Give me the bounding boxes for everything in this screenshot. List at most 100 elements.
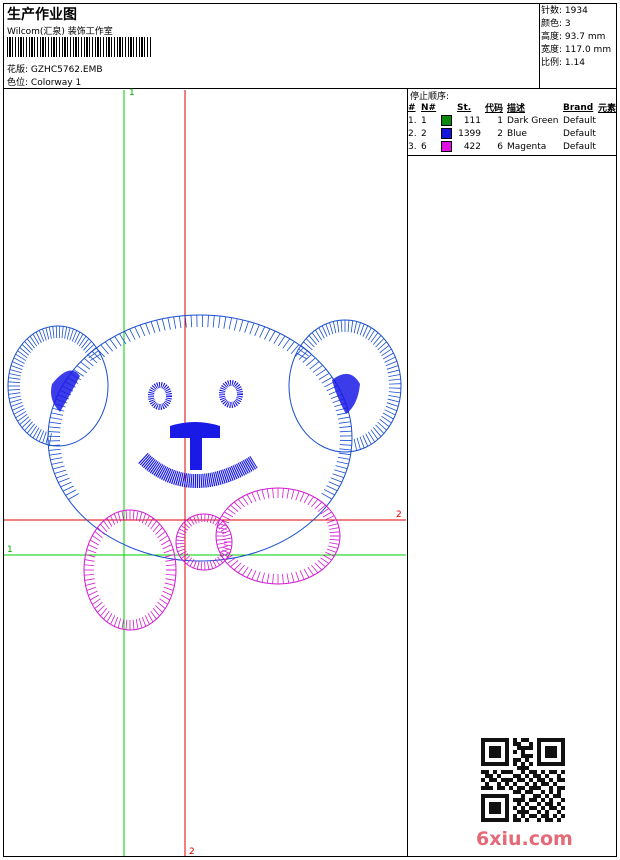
qr-module xyxy=(489,786,493,790)
qr-module xyxy=(517,778,521,782)
qr-module xyxy=(545,814,549,818)
qr-module xyxy=(497,818,501,822)
qr-module xyxy=(521,754,525,758)
qr-module xyxy=(553,806,557,810)
qr-module xyxy=(525,766,529,770)
qr-module xyxy=(497,806,501,810)
qr-module xyxy=(501,770,505,774)
qr-module xyxy=(481,738,485,742)
qr-module xyxy=(505,818,509,822)
qr-module xyxy=(505,798,509,802)
qr-module xyxy=(505,794,509,798)
qr-module xyxy=(529,754,533,758)
qr-module xyxy=(513,798,517,802)
qr-module xyxy=(557,738,561,742)
bow-right-loop xyxy=(215,487,341,585)
qr-module xyxy=(533,798,537,802)
qr-module xyxy=(485,794,489,798)
qr-module xyxy=(505,810,509,814)
qr-module xyxy=(549,818,553,822)
qr-module xyxy=(505,802,509,806)
right-eye xyxy=(219,380,243,408)
qr-module xyxy=(489,750,493,754)
qr-module xyxy=(497,786,501,790)
qr-module xyxy=(489,738,493,742)
qr-module xyxy=(513,782,517,786)
qr-module xyxy=(497,782,501,786)
qr-module xyxy=(513,762,517,766)
qr-module xyxy=(549,790,553,794)
qr-module xyxy=(561,750,565,754)
qr-module xyxy=(489,806,493,810)
qr-module xyxy=(481,810,485,814)
qr-module xyxy=(481,786,485,790)
qr-module xyxy=(513,818,517,822)
qr-module xyxy=(517,774,521,778)
qr-module xyxy=(505,770,509,774)
qr-module xyxy=(517,798,521,802)
qr-module xyxy=(541,798,545,802)
qr-module xyxy=(493,770,497,774)
qr-module xyxy=(485,762,489,766)
qr-module xyxy=(497,810,501,814)
qr-module xyxy=(557,762,561,766)
qr-module xyxy=(513,738,517,742)
qr-module xyxy=(501,738,505,742)
qr-module xyxy=(545,810,549,814)
qr-module xyxy=(557,790,561,794)
qr-module xyxy=(561,798,565,802)
qr-module xyxy=(525,774,529,778)
qr-module xyxy=(505,762,509,766)
qr-module xyxy=(485,786,489,790)
qr-module xyxy=(505,806,509,810)
qr-module xyxy=(561,762,565,766)
qr-module xyxy=(489,746,493,750)
qr-module xyxy=(529,814,533,818)
qr-module xyxy=(505,742,509,746)
qr-module xyxy=(493,778,497,782)
qr-module xyxy=(529,770,533,774)
qr-module xyxy=(481,778,485,782)
qr-module xyxy=(485,738,489,742)
qr-module xyxy=(481,794,485,798)
qr-module xyxy=(513,814,517,818)
qr-module xyxy=(497,754,501,758)
qr-module xyxy=(549,750,553,754)
qr-module xyxy=(481,762,485,766)
bow-left-loop xyxy=(83,509,177,631)
qr-module xyxy=(517,818,521,822)
red-axis-right-label: 2 xyxy=(396,510,402,520)
qr-module xyxy=(541,782,545,786)
qr-module xyxy=(497,802,501,806)
qr-module xyxy=(521,814,525,818)
qr-module xyxy=(541,770,545,774)
qr-module xyxy=(533,786,537,790)
qr-module xyxy=(517,802,521,806)
bow-knot xyxy=(175,513,233,571)
qr-module xyxy=(545,782,549,786)
qr-module xyxy=(537,762,541,766)
qr-module xyxy=(493,806,497,810)
qr-module xyxy=(557,786,561,790)
qr-module xyxy=(557,774,561,778)
left-eye xyxy=(148,382,172,410)
qr-module xyxy=(525,818,529,822)
qr-module xyxy=(541,738,545,742)
qr-module xyxy=(557,810,561,814)
qr-module xyxy=(561,786,565,790)
qr-module xyxy=(505,778,509,782)
qr-module xyxy=(537,758,541,762)
qr-module xyxy=(545,774,549,778)
qr-module xyxy=(545,802,549,806)
qr-module xyxy=(537,810,541,814)
qr-module xyxy=(537,818,541,822)
qr-module xyxy=(529,790,533,794)
qr-module xyxy=(557,778,561,782)
qr-module xyxy=(481,818,485,822)
qr-module xyxy=(521,746,525,750)
qr-module xyxy=(513,750,517,754)
qr-module xyxy=(533,774,537,778)
qr-module xyxy=(501,818,505,822)
qr-module xyxy=(481,750,485,754)
qr-module xyxy=(537,746,541,750)
